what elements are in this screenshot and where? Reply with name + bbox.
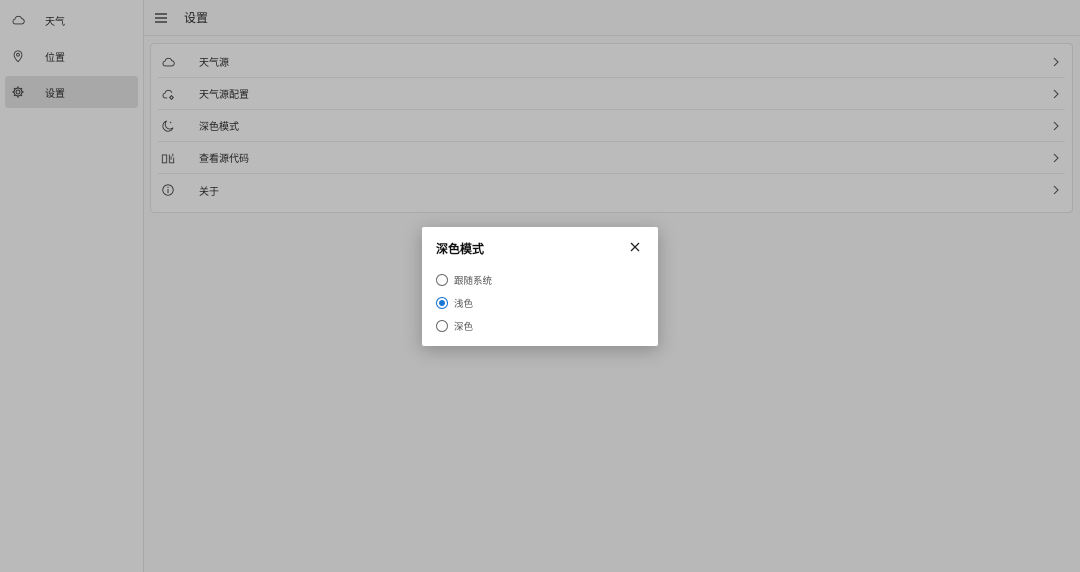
- settings-item-weather-source[interactable]: 天气源: [158, 46, 1065, 78]
- chevron-right-icon: [1053, 57, 1059, 67]
- close-icon[interactable]: [629, 241, 641, 253]
- chevron-right-icon: [1053, 185, 1059, 195]
- settings-item-label: 关于: [199, 186, 219, 198]
- cloud-icon: [160, 54, 176, 70]
- sidebar-item-weather[interactable]: 天气: [5, 4, 138, 36]
- sidebar-item-settings[interactable]: 设置: [5, 76, 138, 108]
- moon-icon: [160, 118, 176, 134]
- cloud-icon: [10, 12, 26, 28]
- hamburger-menu-icon[interactable]: [154, 11, 168, 25]
- sidebar: 天气 位置 设置: [0, 0, 144, 572]
- theme-options: 跟随系统 浅色 深色: [436, 268, 644, 337]
- dark-mode-dialog: 深色模式 跟随系统 浅色 深色: [422, 227, 658, 346]
- settings-item-weather-source-config[interactable]: 天气源配置: [158, 78, 1065, 110]
- settings-item-dark-mode[interactable]: 深色模式: [158, 110, 1065, 142]
- page-title: 设置: [184, 11, 209, 25]
- location-pin-icon: [10, 48, 26, 64]
- settings-item-label: 天气源配置: [199, 90, 249, 101]
- settings-item-about[interactable]: 关于: [158, 174, 1065, 206]
- chevron-right-icon: [1053, 121, 1059, 131]
- radio-button[interactable]: [436, 273, 448, 286]
- settings-item-label: 深色模式: [199, 122, 239, 133]
- settings-item-label: 查看源代码: [199, 154, 249, 165]
- gear-icon: [10, 84, 26, 100]
- chevron-right-icon: [1053, 89, 1059, 99]
- radio-button-checked[interactable]: [436, 296, 448, 309]
- header-bar: 设置: [144, 0, 1080, 36]
- option-label: 跟随系统: [454, 275, 493, 287]
- option-follow-system[interactable]: 跟随系统: [436, 268, 644, 291]
- settings-item-view-source[interactable]: 查看源代码: [158, 142, 1065, 174]
- info-icon: [160, 182, 176, 198]
- settings-list: 天气源 天气源配置 深色模式 查看源代码 关于: [150, 43, 1073, 213]
- sidebar-item-label: 设置: [45, 88, 65, 100]
- dialog-title: 深色模式: [436, 242, 485, 256]
- radio-button[interactable]: [436, 319, 448, 332]
- option-label: 浅色: [454, 298, 474, 310]
- option-light[interactable]: 浅色: [436, 291, 644, 314]
- sidebar-item-label: 位置: [45, 52, 65, 64]
- sidebar-item-label: 天气: [45, 16, 65, 28]
- settings-item-label: 天气源: [199, 58, 229, 69]
- chevron-right-icon: [1053, 153, 1059, 163]
- sidebar-item-location[interactable]: 位置: [5, 40, 138, 72]
- option-dark[interactable]: 深色: [436, 314, 644, 337]
- source-code-icon: [160, 150, 176, 166]
- cloud-settings-icon: [160, 86, 176, 102]
- option-label: 深色: [454, 321, 474, 333]
